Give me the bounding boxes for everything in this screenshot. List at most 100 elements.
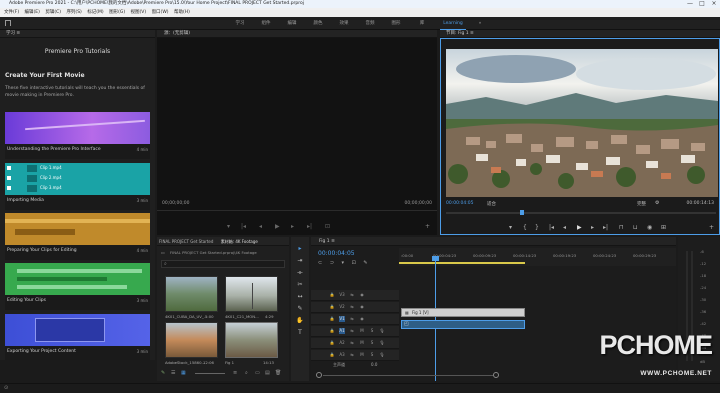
workspace-tab[interactable]: 组件 xyxy=(255,17,277,30)
program-scrubber[interactable] xyxy=(446,212,716,214)
voiceover-icon[interactable]: 🎙 xyxy=(379,340,385,346)
timeline-ruler[interactable]: :00:00 00:00:04:23 00:00:09:23 00:00:14:… xyxy=(399,248,676,266)
lock-icon[interactable]: 🔒 xyxy=(329,316,335,322)
program-monitor-tab[interactable]: 节目: Fig 1 ≡ xyxy=(440,30,720,38)
menu-markers[interactable]: 标记(M) xyxy=(87,10,103,15)
go-to-out-icon[interactable]: ▸| xyxy=(603,224,608,231)
tutorial-card[interactable]: Exporting Your Project Content 3 min xyxy=(5,314,150,360)
track-header[interactable]: 🔒 V2 ⇆ ◉ xyxy=(311,302,399,313)
hand-tool-icon[interactable]: ✋ xyxy=(295,317,305,325)
bin-tab[interactable]: 素材箱: 4K Footage xyxy=(221,239,258,244)
icon-view-icon[interactable]: ▦ xyxy=(181,370,186,376)
track-select-tool-icon[interactable]: ⇥ xyxy=(295,257,305,265)
workspace-tab[interactable]: 学习 xyxy=(229,17,251,30)
pen-tool-icon[interactable]: ✎ xyxy=(295,305,305,313)
tutorial-card[interactable]: Clip 1.mp4 Clip 2.mp4 Clip 3.mp4 Importi… xyxy=(5,163,150,210)
track-header[interactable]: 🔒 A1 ⇆ M S 🎙 xyxy=(311,326,399,337)
mark-out-icon[interactable]: } xyxy=(535,224,539,231)
list-view-icon[interactable]: ☰ xyxy=(171,370,175,376)
workspace-tab[interactable]: 效果 xyxy=(333,17,355,30)
tutorial-card[interactable]: Preparing Your Clips for Editing 4 min xyxy=(5,213,150,260)
solo-icon[interactable]: S xyxy=(369,328,375,334)
menu-sequence[interactable]: 序列(S) xyxy=(66,10,81,15)
clip-thumbnail[interactable] xyxy=(225,276,278,312)
clip-thumbnail[interactable] xyxy=(165,322,218,358)
learn-panel-tab[interactable]: 学习 ≡ xyxy=(0,30,155,38)
menu-clip[interactable]: 剪辑(C) xyxy=(45,10,61,15)
clip-thumbnail[interactable] xyxy=(225,322,278,358)
timeline-timecode[interactable]: 00:00:04:05 xyxy=(318,250,355,257)
work-area-bar[interactable] xyxy=(399,262,525,264)
type-tool-icon[interactable]: T xyxy=(295,329,305,337)
source-add-button-icon[interactable]: + xyxy=(425,223,430,230)
solo-icon[interactable]: S xyxy=(369,352,375,358)
workspace-tab[interactable]: 编辑 xyxy=(281,17,303,30)
source-step-back-icon[interactable]: ◂ xyxy=(259,223,262,230)
mute-icon[interactable]: M xyxy=(359,328,365,334)
play-icon[interactable]: ▶ xyxy=(577,224,582,231)
mute-icon[interactable]: M xyxy=(359,340,365,346)
playhead-handle[interactable] xyxy=(432,256,439,261)
solo-icon[interactable]: S xyxy=(369,340,375,346)
workspace-tab[interactable]: 颜色 xyxy=(307,17,329,30)
track-header[interactable]: 🔒 V3 ⇆ ◉ xyxy=(311,290,399,301)
track-header[interactable]: 🔒 A2 ⇆ M S 🎙 xyxy=(311,338,399,349)
track-header[interactable]: 🔒 V1 ⇆ ◉ xyxy=(311,314,399,325)
new-item-icon[interactable]: ▤ xyxy=(265,370,270,376)
track-header[interactable]: 🔒 A3 ⇆ M S 🎙 xyxy=(311,350,399,361)
voiceover-icon[interactable]: 🎙 xyxy=(379,328,385,334)
settings-wrench-icon[interactable]: ⚙ xyxy=(655,200,659,206)
lift-icon[interactable]: ⊓ xyxy=(619,224,624,231)
sync-lock-icon[interactable]: ⇆ xyxy=(349,352,355,358)
project-search-input[interactable]: ⌕ xyxy=(161,260,285,268)
menu-window[interactable]: 窗口(W) xyxy=(152,10,169,15)
minimize-button[interactable]: — xyxy=(684,0,696,8)
program-playhead[interactable] xyxy=(520,210,524,215)
lock-icon[interactable]: 🔒 xyxy=(329,304,335,310)
workspace-tab[interactable]: 图形 xyxy=(385,17,407,30)
workspace-tab[interactable]: 音频 xyxy=(359,17,381,30)
slip-tool-icon[interactable]: ↔ xyxy=(295,293,305,301)
source-prev-icon[interactable]: |◂ xyxy=(241,223,246,230)
menu-edit[interactable]: 编辑(E) xyxy=(25,10,40,15)
timeline-tool-icons[interactable]: ⊂ ⊃ ▾ ⊡ ✎ xyxy=(318,260,371,266)
source-step-fwd-icon[interactable]: ▸ xyxy=(291,223,294,230)
program-timecode[interactable]: 00:00:04:05 xyxy=(446,201,473,206)
ripple-edit-tool-icon[interactable]: ⟛ xyxy=(295,269,305,277)
eye-icon[interactable]: ◉ xyxy=(359,316,365,322)
audio-clip[interactable]: ◰ xyxy=(401,320,525,329)
menu-help[interactable]: 帮助(H) xyxy=(174,10,190,15)
new-bin-icon[interactable]: ▭ xyxy=(255,370,260,376)
video-clip[interactable]: ▦ Fig 1 [V] xyxy=(401,308,525,317)
timeline-tab[interactable]: Fig 1 ≡ xyxy=(311,237,676,246)
step-forward-icon[interactable]: ▸ xyxy=(591,224,594,231)
eye-icon[interactable]: ◉ xyxy=(359,304,365,310)
menu-view[interactable]: 视图(V) xyxy=(131,10,147,15)
tutorial-card[interactable]: Understanding the Premiere Pro Interface… xyxy=(5,112,150,159)
scroll-right-handle[interactable] xyxy=(493,372,499,378)
sort-icon[interactable]: ≡ xyxy=(233,370,237,376)
razor-tool-icon[interactable]: ✂ xyxy=(295,281,305,289)
timeline-scrollbar[interactable] xyxy=(323,375,493,376)
step-back-icon[interactable]: ◂ xyxy=(563,224,566,231)
tutorial-card[interactable]: Editing Your Clips 3 min xyxy=(5,263,150,310)
go-to-in-icon[interactable]: |◂ xyxy=(549,224,554,231)
clip-thumbnail[interactable] xyxy=(165,276,218,312)
workspace-tab[interactable]: 库 xyxy=(411,17,433,30)
home-icon[interactable] xyxy=(5,20,11,26)
lock-icon[interactable]: 🔒 xyxy=(329,328,335,334)
lock-icon[interactable]: 🔒 xyxy=(329,340,335,346)
source-play-icon[interactable]: ▶ xyxy=(275,223,280,230)
workspace-tab-active[interactable]: Learning xyxy=(440,17,466,30)
project-tab[interactable]: FINAL PROJECT Get Started xyxy=(159,239,213,244)
voiceover-icon[interactable]: 🎙 xyxy=(379,352,385,358)
export-frame-icon[interactable]: ◉ xyxy=(647,224,652,231)
sync-lock-icon[interactable]: ⇆ xyxy=(349,328,355,334)
fit-dropdown[interactable]: 适合 xyxy=(487,201,496,207)
sync-lock-icon[interactable]: ⇆ xyxy=(349,340,355,346)
lock-icon[interactable]: 🔒 xyxy=(329,292,335,298)
zoom-slider[interactable] xyxy=(195,373,225,374)
lock-icon[interactable]: 🔒 xyxy=(329,352,335,358)
source-insert-icon[interactable]: ⊡ xyxy=(325,223,330,230)
mark-icon[interactable]: { xyxy=(523,224,527,231)
